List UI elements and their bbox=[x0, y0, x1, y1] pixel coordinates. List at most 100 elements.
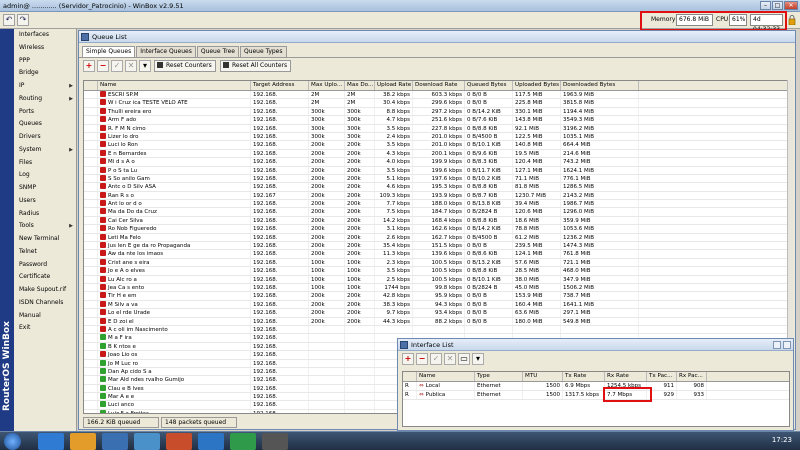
tab-queue-tree[interactable]: Queue Tree bbox=[196, 46, 239, 57]
maximize-button[interactable]: □ bbox=[772, 1, 783, 10]
table-row[interactable]: Ran R s o 192.167 200k 200k 109.3 kbps 193.9 … bbox=[84, 191, 790, 201]
table-row[interactable]: Jo e A o elves 192.168. 100k 100k 3.5 kbps 10… bbox=[84, 267, 790, 276]
interface-row[interactable]: R ⇔ Publica Ethernet 1500 1317.5 kbps 7.7 Mbps… bbox=[403, 391, 789, 400]
filter-icon[interactable]: ▾ bbox=[139, 60, 151, 72]
taskbar-explorer-icon[interactable] bbox=[38, 433, 64, 450]
interface-header-rxp[interactable]: Rx Pac... bbox=[677, 372, 707, 381]
queue-header-urate[interactable]: Upload Rate bbox=[375, 81, 413, 90]
table-row[interactable]: Lizer lo dro 192.168. 300k 300k 2.4 kbps 201.… bbox=[84, 132, 790, 142]
interface-minimize-button[interactable] bbox=[773, 341, 781, 349]
table-row[interactable]: E D zoi el 192.168. 200k 200k 44.3 kbps 88.2 … bbox=[84, 317, 790, 326]
interface-header-rx[interactable]: Rx Rate bbox=[605, 372, 647, 381]
cell-name: Arm F ado bbox=[98, 116, 251, 124]
table-row[interactable]: Arm F ado 192.168. 300k 300k 4.7 kbps 251.6 k… bbox=[84, 116, 790, 125]
table-row[interactable]: Antc o D Silv ASA 192.168. 200k 200k 4.6 kbp… bbox=[84, 183, 790, 192]
taskbar-app-icon[interactable] bbox=[198, 433, 224, 450]
taskbar-media-icon[interactable] bbox=[102, 433, 128, 450]
table-row[interactable]: Leti Ma Felo 192.168. 200k 200k 2.6 kbps 162.… bbox=[84, 233, 790, 243]
table-row[interactable]: Crist ane s eira 192.168. 100k 100k 2.3 kbps… bbox=[84, 258, 790, 268]
cell-text: ESCRI SP.M bbox=[108, 92, 139, 98]
reset-all-counters-button[interactable]: Reset All Counters bbox=[220, 60, 292, 72]
comment-icon[interactable]: ▭ bbox=[458, 353, 470, 365]
table-row[interactable]: Jea Ca s ento 192.168. 100k 100k 1744 bps 99.… bbox=[84, 283, 790, 293]
undo-icon[interactable]: ↶ bbox=[3, 14, 15, 26]
disable-icon[interactable]: ✕ bbox=[125, 60, 137, 72]
table-row[interactable]: W i Cruz ica TESTE VELO ATE 192.168. 2M 2M 3… bbox=[84, 99, 790, 108]
table-row[interactable]: Cai Cer Silva 192.168. 200k 200k 14.2 kbps 16… bbox=[84, 216, 790, 226]
interface-cell-mtu: 1500 bbox=[523, 382, 563, 390]
table-row[interactable]: Ro Nob Figueredo 192.168. 200k 200k 3.1 kbps… bbox=[84, 225, 790, 234]
interface-header-txp[interactable]: Tx Pac... bbox=[647, 372, 677, 381]
redo-icon[interactable]: ↷ bbox=[17, 14, 29, 26]
cell-upb: 28.5 MiB bbox=[513, 267, 561, 275]
start-button[interactable] bbox=[4, 433, 21, 450]
remove-interface-icon[interactable]: − bbox=[416, 353, 428, 365]
table-row[interactable]: ESCRI SP.M 192.168. 2M 2M 38.2 kbps 603.3 kbp… bbox=[84, 91, 790, 100]
minimize-button[interactable]: – bbox=[760, 1, 771, 10]
taskbar-folder-icon[interactable] bbox=[70, 433, 96, 450]
cell-text: Aw da nte los imaos bbox=[108, 251, 164, 258]
table-row[interactable]: Aw da nte los imaos 192.168. 200k 200k 11.3 … bbox=[84, 250, 790, 259]
table-row[interactable]: Ma da Do da Cruz 192.168. 200k 200k 7.5 kbps… bbox=[84, 208, 790, 217]
queue-header-drate[interactable]: Download Rate bbox=[413, 81, 465, 90]
cell-down: 200k bbox=[345, 174, 375, 183]
remove-icon[interactable]: − bbox=[97, 60, 109, 72]
queue-header-downb[interactable]: Downloaded Bytes bbox=[561, 81, 639, 90]
interface-header-name[interactable]: Name bbox=[417, 372, 475, 381]
enable-icon[interactable]: ✓ bbox=[111, 60, 123, 72]
queue-header-upb[interactable]: Uploaded Bytes bbox=[513, 81, 561, 90]
cell-upb: 61.2 MiB bbox=[513, 233, 561, 242]
table-row[interactable]: Thulli ereira ero 192.168. 300k 300k 8.8 kbp… bbox=[84, 107, 790, 117]
table-row[interactable]: Jus len E ge da ro Propaganda 192.168. 200… bbox=[84, 242, 790, 251]
add-icon[interactable]: + bbox=[83, 60, 95, 72]
disable-interface-icon[interactable]: ✕ bbox=[444, 353, 456, 365]
cell-text: 4.7 kbps bbox=[386, 117, 410, 124]
cell-text: 99.8 kbps bbox=[434, 284, 462, 291]
cell-down: 200k bbox=[345, 141, 375, 149]
filter-interface-icon[interactable]: ▾ bbox=[472, 353, 484, 365]
taskbar-firefox-icon[interactable] bbox=[166, 433, 192, 450]
menu-item-label: Telnet bbox=[19, 247, 37, 255]
table-row[interactable]: P o S ta Lu 192.168. 200k 200k 3.5 kbps 199.6… bbox=[84, 166, 790, 175]
interface-header-mtu[interactable]: MTU bbox=[523, 372, 563, 381]
cell-text: 200k bbox=[347, 201, 361, 208]
cell-queued: 0 B/2824 B bbox=[465, 283, 513, 292]
taskbar-browser-icon[interactable] bbox=[134, 433, 160, 450]
reset-counters-button[interactable]: Reset Counters bbox=[154, 60, 216, 72]
cell-text: 14.2 kbps bbox=[382, 217, 410, 224]
table-row[interactable]: Ant lo or d o 192.168. 200k 200k 7.7 kbps 188… bbox=[84, 200, 790, 209]
cell-target: 192.168. bbox=[251, 99, 309, 107]
table-row[interactable]: Luci lo Ron 192.168. 200k 200k 3.5 kbps 201.0… bbox=[84, 141, 790, 150]
taskbar-winbox-icon[interactable] bbox=[262, 433, 288, 450]
close-button[interactable]: ✕ bbox=[784, 1, 798, 10]
taskbar-chrome-icon[interactable] bbox=[230, 433, 256, 450]
queue-window-titlebar[interactable]: Queue List bbox=[79, 31, 795, 43]
cell-text: 200k bbox=[347, 209, 361, 216]
interface-header-tx[interactable]: Tx Rate bbox=[563, 372, 605, 381]
table-row[interactable]: A c oli im Nascimento 192.168. bbox=[84, 325, 790, 335]
tab-interface-queues[interactable]: Interface Queues bbox=[136, 46, 196, 57]
table-row[interactable]: E n Bernardes 192.168. 200k 200k 4.3 kbps 200… bbox=[84, 149, 790, 159]
enable-interface-icon[interactable]: ✓ bbox=[430, 353, 442, 365]
interface-header-type[interactable]: Type bbox=[475, 372, 523, 381]
queue-header-up[interactable]: Max Uplo... bbox=[309, 81, 345, 90]
tab-queue-types[interactable]: Queue Types bbox=[239, 46, 287, 57]
queue-header-target[interactable]: Target Address bbox=[251, 81, 309, 90]
interface-row[interactable]: R ⇔ Local Ethernet 1500 6.9 Mbps 1254.5 kbps 91… bbox=[403, 382, 789, 391]
queue-header-queued[interactable]: Queued Bytes bbox=[465, 81, 513, 90]
tab-simple-queues[interactable]: Simple Queues bbox=[82, 46, 136, 57]
table-row[interactable]: R. F M N cimo 192.168. 300k 300k 3.5 kbps 227… bbox=[84, 124, 790, 133]
interface-close-button[interactable] bbox=[783, 341, 791, 349]
queue-header-down[interactable]: Max Do... bbox=[345, 81, 375, 90]
table-row[interactable]: S So anilo Gam 192.168. 200k 200k 5.1 kbps 19… bbox=[84, 174, 790, 184]
queue-toolbar: + − ✓ ✕ ▾ Reset Counters Reset All Count… bbox=[79, 57, 795, 73]
add-interface-icon[interactable]: + bbox=[402, 353, 414, 365]
queue-header-name[interactable]: Name bbox=[98, 81, 251, 90]
table-row[interactable]: M Silv a va 192.168. 200k 200k 38.3 kbps 94.3… bbox=[84, 300, 790, 310]
table-row[interactable]: Lo el rde Urade 192.168. 200k 200k 9.7 kbps 9… bbox=[84, 309, 790, 318]
table-row[interactable]: Mi d s A o 192.168. 200k 200k 4.0 kbps 199.9 … bbox=[84, 158, 790, 167]
table-row[interactable]: Tir H e em 192.168. 200k 200k 42.8 kbps 95.9 … bbox=[84, 292, 790, 301]
interface-window-titlebar[interactable]: Interface List bbox=[398, 339, 793, 351]
table-row[interactable]: Lu Alc ro a 192.168. 100k 100k 2.5 kbps 100.5… bbox=[84, 275, 790, 284]
queue-status-icon bbox=[100, 225, 106, 232]
